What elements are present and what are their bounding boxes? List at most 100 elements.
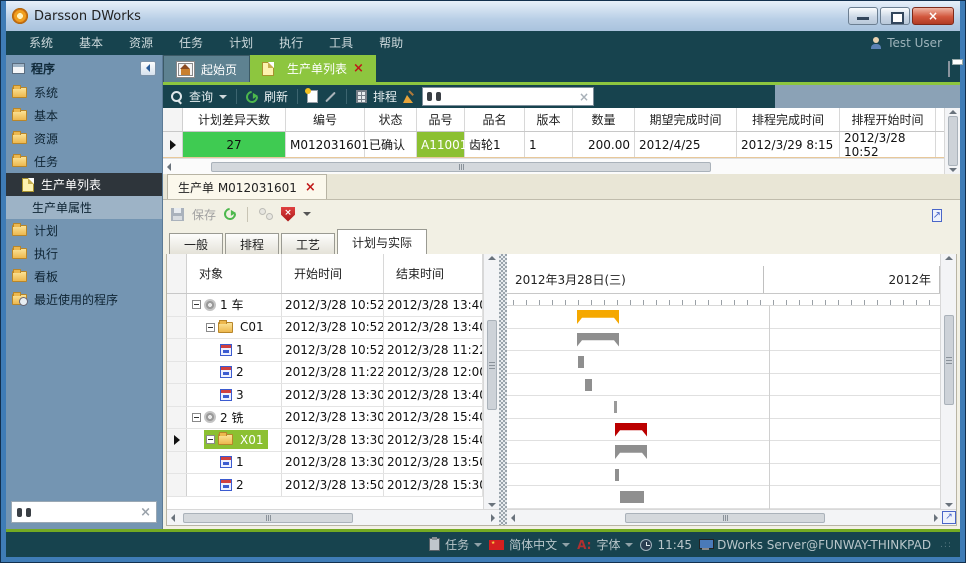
tree-node[interactable]: X01 [204,430,268,449]
tab-一般[interactable]: 一般 [169,233,223,254]
gantt-bar-summary[interactable] [577,333,619,347]
resize-grip[interactable]: .:: [940,540,952,550]
query-dropdown-icon[interactable] [219,95,227,99]
sidebar-item-最近使用的程序[interactable]: 最近使用的程序 [6,288,162,311]
column-header-排程开始时间[interactable]: 排程开始时间 [840,108,936,131]
tree-row-X01[interactable]: X012012/3/28 13:302012/3/28 15:40 [167,429,483,452]
tree-row-1[interactable]: 12012/3/28 10:522012/3/28 11:22 [167,339,483,362]
tree-row-C01[interactable]: C012012/3/28 10:522012/3/28 13:40 [167,317,483,340]
printer-icon[interactable] [948,61,950,77]
close-icon[interactable]: × [353,62,364,75]
link-structure-icon[interactable] [259,208,273,220]
sidebar-collapse-button[interactable] [140,61,156,76]
clear-search-icon[interactable]: × [579,90,589,104]
sidebar-item-系统[interactable]: 系统 [6,81,162,104]
edit-icon[interactable] [325,91,336,102]
gantt-bar-summary[interactable] [615,445,647,459]
shield-dropdown-icon[interactable] [303,212,311,216]
gantt-bar-task[interactable] [614,401,617,413]
tab-排程[interactable]: 排程 [225,233,279,254]
refresh-button[interactable]: 刷新 [264,88,288,105]
gantt-horizontal-scrollbar[interactable]: ↗ [507,509,956,525]
gantt-bar-summary[interactable] [615,423,647,437]
collapse-expander-icon[interactable] [206,435,215,444]
tree-horizontal-scrollbar[interactable] [167,509,499,525]
tab-起始页[interactable]: 起始页 [163,55,250,82]
tree-row-1 车[interactable]: 1 车2012/3/28 10:522012/3/28 13:40 [167,294,483,317]
menu-item-任务[interactable]: 任务 [166,36,216,50]
gantt-bar-task[interactable] [620,491,644,503]
menu-item-系统[interactable]: 系统 [16,36,66,50]
menu-item-工具[interactable]: 工具 [316,36,366,50]
gantt-bar-task[interactable] [585,379,592,391]
tree-row-3[interactable]: 32012/3/28 13:302012/3/28 13:40 [167,384,483,407]
tree-node[interactable]: 3 [218,385,248,404]
menu-item-资源[interactable]: 资源 [116,36,166,50]
close-button[interactable]: × [912,7,954,25]
column-header-版本[interactable]: 版本 [525,108,573,131]
query-button[interactable]: 查询 [189,88,213,105]
column-header-结束时间[interactable]: 结束时间 [384,254,483,293]
sidebar-item-资源[interactable]: 资源 [6,127,162,150]
tab-工艺[interactable]: 工艺 [281,233,335,254]
column-header-品名[interactable]: 品名 [465,108,525,131]
gantt-vertical-scrollbar[interactable] [940,254,956,509]
table-row[interactable]: 27M012031601已确认A11001齿轮11200.002012/4/25… [163,132,944,158]
sidebar-item-计划[interactable]: 计划 [6,219,162,242]
tree-row-2[interactable]: 22012/3/28 13:502012/3/28 15:30 [167,474,483,497]
gantt-popout-icon[interactable]: ↗ [942,511,956,524]
collapse-expander-icon[interactable] [192,300,201,309]
gantt-bar-task[interactable] [578,356,584,368]
tree-node[interactable]: 2 [218,363,248,382]
status-task-menu[interactable]: 任务 [429,536,482,553]
column-header-数量[interactable]: 数量 [573,108,635,131]
gantt-bar-task[interactable] [615,469,619,481]
column-header-状态[interactable]: 状态 [365,108,417,131]
tree-node[interactable]: 1 车 [190,295,247,314]
column-header-编号[interactable]: 编号 [286,108,365,131]
column-header-排程完成时间[interactable]: 排程完成时间 [737,108,840,131]
schedule-button[interactable]: 排程 [373,88,397,105]
status-language-menu[interactable]: 简体中文 [489,536,570,553]
gantt-bar-summary[interactable] [577,310,619,324]
pane-splitter[interactable] [499,254,507,525]
sidebar-item-执行[interactable]: 执行 [6,242,162,265]
sidebar-search-box[interactable]: × [11,501,157,523]
collapse-expander-icon[interactable] [206,323,215,332]
sidebar-item-生产单属性[interactable]: 生产单属性 [6,196,162,219]
restore-button[interactable] [880,7,910,25]
tree-node[interactable]: 1 [218,453,248,472]
tree-node[interactable]: 2 铣 [190,408,247,427]
tab-生产单列表[interactable]: 生产单列表× [250,55,376,82]
column-header-期望完成时间[interactable]: 期望完成时间 [635,108,737,131]
tree-node[interactable]: 1 [218,340,248,359]
grid-horizontal-scrollbar[interactable] [163,158,944,174]
close-icon[interactable]: × [305,181,316,194]
open-in-window-icon[interactable]: ↗ [932,209,942,222]
clear-search-icon[interactable]: × [140,505,151,520]
grid-vertical-scrollbar[interactable] [944,108,960,174]
tree-node[interactable]: C01 [204,318,268,337]
tree-vertical-scrollbar[interactable] [483,254,499,509]
sidebar-item-生产单列表[interactable]: 生产单列表 [6,173,162,196]
sidebar-item-看板[interactable]: 看板 [6,265,162,288]
order-document-tab[interactable]: 生产单 M012031601 × [167,174,327,199]
tree-row-2 铣[interactable]: 2 铣2012/3/28 13:302012/3/28 15:40 [167,407,483,430]
new-document-icon[interactable] [307,90,318,103]
menu-item-执行[interactable]: 执行 [266,36,316,50]
column-header-计划差异天数[interactable]: 计划差异天数 [183,108,286,131]
sidebar-item-基本[interactable]: 基本 [6,104,162,127]
toolbar-search-input[interactable]: × [422,87,594,106]
tree-row-2[interactable]: 22012/3/28 11:222012/3/28 12:00 [167,362,483,385]
menu-item-计划[interactable]: 计划 [216,36,266,50]
column-header-对象[interactable]: 对象 [187,254,282,293]
column-header-开始时间[interactable]: 开始时间 [282,254,384,293]
sidebar-item-任务[interactable]: 任务 [6,150,162,173]
column-header-品号[interactable]: 品号 [417,108,465,131]
tree-row-1[interactable]: 12012/3/28 13:302012/3/28 13:50 [167,452,483,475]
refresh-icon[interactable] [222,206,239,223]
menu-item-帮助[interactable]: 帮助 [366,36,416,50]
menu-item-基本[interactable]: 基本 [66,36,116,50]
minimize-button[interactable] [848,7,878,25]
security-shield-icon[interactable]: × [281,207,295,222]
